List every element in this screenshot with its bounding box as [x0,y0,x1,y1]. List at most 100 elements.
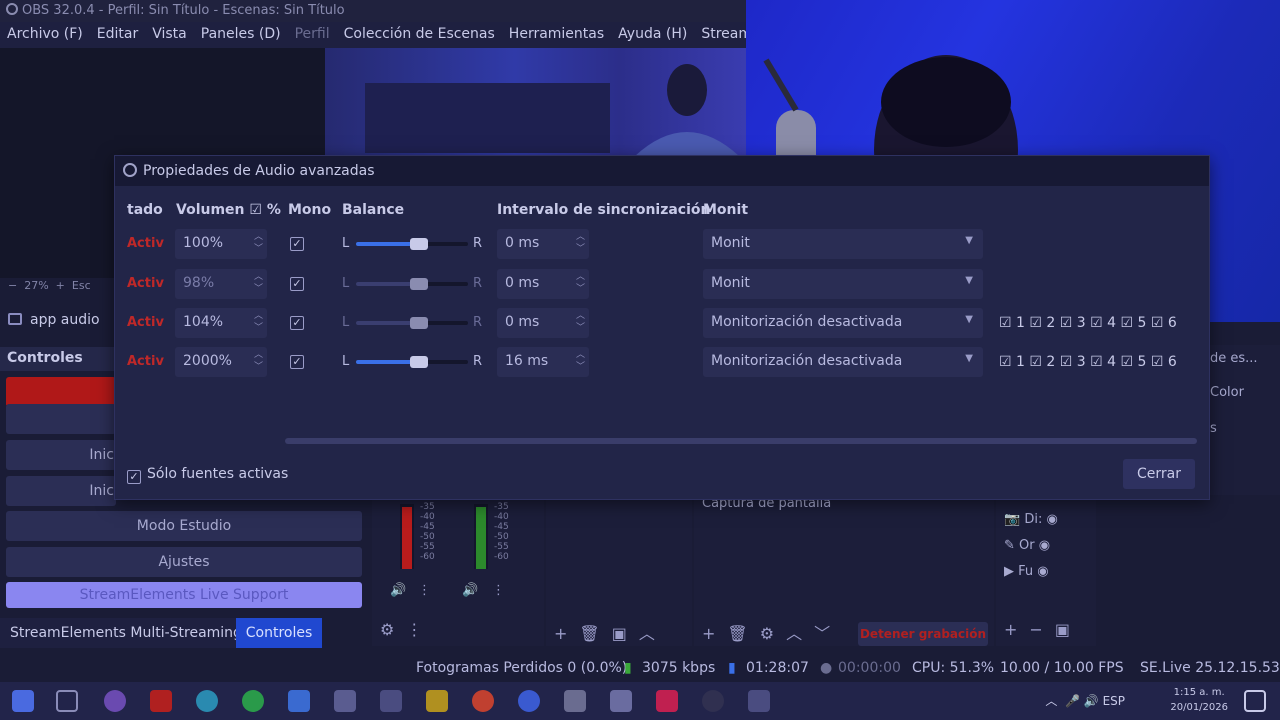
close-button[interactable]: Cerrar [1123,459,1195,489]
eye-icon[interactable]: ◉ [1039,538,1050,553]
trash-icon[interactable]: 🗑 [579,624,599,643]
recording-button[interactable] [6,404,116,434]
speaker-icon[interactable]: 🔊 [462,583,478,598]
sync-offset-spinbox[interactable]: 0 ms ︿ ﹀ [497,229,589,259]
add-icon[interactable]: + [1004,620,1017,639]
monitoring-select[interactable]: Monit ▼ [703,269,983,299]
dialog-title-bar: Propiedades de Audio avanzadas [115,156,1209,186]
menu-paneles[interactable]: Paneles (D) [194,22,288,46]
transition-item[interactable]: 📷 Di: ◉ [1004,512,1058,527]
stop-streaming-button[interactable] [6,377,116,407]
transition-item[interactable]: ▶ Fu ◉ [1004,564,1049,579]
start-virtual-cam-button[interactable]: Inic [6,440,116,470]
volume-spinbox[interactable]: 2000% ︿ ﹀ [175,347,267,377]
audio-source-icon [8,313,22,325]
selected-source[interactable]: app audio [0,306,115,336]
windows-start-icon[interactable] [12,690,34,712]
menu-coleccion-escenas[interactable]: Colección de Escenas [337,22,502,46]
transition-item[interactable]: ✎ Or ◉ [1004,538,1050,553]
menu-herramientas[interactable]: Herramientas [502,22,611,46]
fps: 10.00 / 10.00 FPS [1000,660,1124,676]
chevron-up-icon[interactable]: ︿ [786,624,802,643]
right-dock-label-3: s [1210,421,1217,436]
mono-checkbox[interactable]: ✓ [290,277,304,291]
mail-icon[interactable] [288,690,310,712]
tab-multistreaming[interactable]: StreamElements Multi-Streaming [0,618,242,648]
volume-icon[interactable]: 🔊 [1084,694,1099,708]
system-clock[interactable]: 1:15 a. m. 20/01/2026 [1170,685,1228,715]
mixer-menu-icon[interactable]: ⋮ [406,620,422,639]
notifications-icon[interactable] [1244,690,1266,712]
usb-icon[interactable] [564,690,586,712]
facebook-icon[interactable] [518,690,540,712]
chrome-icon[interactable] [472,690,494,712]
task-view-icon[interactable] [56,690,78,712]
balance-slider[interactable] [356,356,468,368]
obs-taskbar-icon[interactable] [702,690,724,712]
balance-slider[interactable] [356,278,468,290]
balance-slider[interactable] [356,238,468,250]
camera-app-icon[interactable] [610,690,632,712]
add-icon[interactable]: + [554,624,567,643]
menu-bar: Archivo (F) Editar Vista Paneles (D) Perfil C… [0,22,746,48]
sync-offset-spinbox[interactable]: 0 ms ︿ ﹀ [497,308,589,338]
filter-icon[interactable]: ▣ [1055,620,1070,639]
volume-spinbox[interactable]: 98% ︿ ﹀ [175,269,267,299]
whatsapp-icon[interactable] [242,690,264,712]
microphone-icon[interactable]: 🎤 [1065,694,1080,708]
se-live-icon[interactable] [380,690,402,712]
monitoring-select[interactable]: Monit ▼ [703,229,983,259]
minus-icon[interactable]: − [1029,620,1042,639]
chevron-up-icon[interactable]: ︿ [639,624,655,643]
sync-offset-spinbox[interactable]: 0 ms ︿ ﹀ [497,269,589,299]
eye-icon[interactable]: ◉ [1046,512,1057,527]
menu-editar[interactable]: Editar [90,22,145,46]
menu-archivo[interactable]: Archivo (F) [0,22,90,46]
stop-recording-button[interactable]: Detener grabación [858,622,988,646]
language-indicator[interactable]: ESP [1103,694,1125,708]
tab-controles[interactable]: Controles [236,618,322,648]
store-icon[interactable] [334,690,356,712]
menu-vista[interactable]: Vista [145,22,194,46]
volume-spinbox[interactable]: 100% ︿ ﹀ [175,229,267,259]
chevron-down-icon[interactable]: ﹀ [814,624,830,643]
checkbox-icon: ✓ [127,470,141,484]
more-options-icon[interactable]: ⋮ [418,583,431,598]
tiktok-icon[interactable] [656,690,678,712]
folder-icon[interactable] [426,690,448,712]
volume-spinbox[interactable]: 104% ︿ ﹀ [175,308,267,338]
balance-slider[interactable] [356,317,468,329]
right-dock-color-select[interactable]: Color [1210,385,1244,400]
studio-mode-button[interactable]: Modo Estudio [6,511,362,541]
copilot-icon[interactable] [104,690,126,712]
settings-button[interactable]: Ajustes [6,547,362,577]
more-options-icon[interactable]: ⋮ [492,583,505,598]
se-live-support-button[interactable]: StreamElements Live Support [6,582,362,608]
trash-icon[interactable]: 🗑 [727,624,747,643]
gear-icon[interactable]: ⚙ [760,624,774,643]
mixer-settings-icon[interactable]: ⚙ [380,620,394,639]
filter-icon[interactable]: ▣ [612,624,627,643]
menu-perfil[interactable]: Perfil [288,22,337,46]
start-replay-button[interactable]: Inic [6,476,116,506]
mono-checkbox[interactable]: ✓ [290,316,304,330]
eye-icon[interactable]: ◉ [1037,564,1048,579]
menu-ayuda[interactable]: Ayuda (H) [611,22,694,46]
youtube-icon[interactable] [150,690,172,712]
speaker-icon[interactable]: 🔊 [390,583,406,598]
monitoring-select[interactable]: Monitorización desactivada ▼ [703,347,983,377]
sync-offset-spinbox[interactable]: 16 ms ︿ ﹀ [497,347,589,377]
se-live-taskbar-icon[interactable] [748,690,770,712]
active-sources-only-checkbox[interactable]: ✓ Sólo fuentes activas [127,466,288,484]
zoom-in-icon[interactable]: + [56,279,65,292]
audio-tracks-row: ☑ 1 ☑ 2 ☑ 3 ☑ 4 ☑ 5 ☑ 6 [999,315,1177,331]
edge-icon[interactable] [196,690,218,712]
chevron-up-icon[interactable]: ︿ [1045,694,1057,708]
menu-streamelements[interactable]: StreamElements [694,22,746,46]
mono-checkbox[interactable]: ✓ [290,355,304,369]
horizontal-scrollbar[interactable] [285,438,1197,444]
add-icon[interactable]: + [702,624,715,643]
monitoring-select[interactable]: Monitorización desactivada ▼ [703,308,983,338]
zoom-out-icon[interactable]: − [8,279,17,292]
mono-checkbox[interactable]: ✓ [290,237,304,251]
